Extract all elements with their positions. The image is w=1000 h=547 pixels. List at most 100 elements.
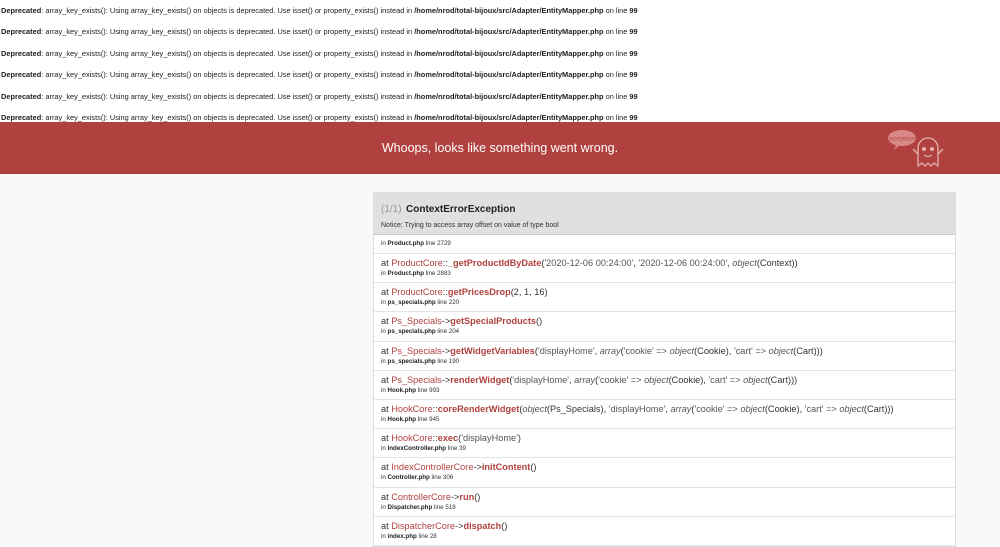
trace-argument: 'displayHome'	[461, 433, 518, 444]
trace-function: renderWidget	[450, 374, 510, 385]
trace-call-type: ->	[441, 316, 451, 327]
file-name: Hook.php	[387, 415, 417, 423]
trace-frame[interactable]: at ControllerCore->run() in Dispatcher.ph…	[374, 488, 955, 517]
close-paren: )	[504, 520, 508, 531]
trace-argument: object	[522, 403, 547, 414]
at-label: at	[381, 316, 392, 327]
trace-function: getPricesDrop	[447, 287, 511, 298]
exception-message: Notice: Trying to access array offset on…	[381, 222, 559, 229]
close-paren: )	[794, 258, 798, 268]
trace-call: at Ps_Specials->getWidgetVariables('disp…	[381, 346, 948, 356]
trace-argument: array	[670, 403, 692, 414]
trace-location: in ps_specials.php line 220	[381, 299, 948, 306]
close-paren: )	[539, 316, 543, 327]
trace-call: at DispatcherCore->dispatch()	[381, 521, 948, 531]
close-paren: )	[544, 287, 548, 298]
trace-argument: 'cart' =>	[804, 403, 840, 414]
at-label: at	[381, 491, 392, 502]
line-number: 2883	[437, 270, 451, 277]
trace-location: in IndexController.php line 39	[381, 445, 948, 452]
trace-argument: 'displayHome'	[537, 345, 595, 356]
trace-function: dispatch	[463, 520, 502, 531]
trace-argument: 'cookie' =>	[598, 374, 645, 385]
trace-call-type: ->	[441, 345, 451, 356]
line-label: line	[416, 386, 430, 394]
trace-call: at HookCore::coreRenderWidget(object(Ps_…	[381, 404, 948, 414]
close-paren: )	[794, 374, 798, 385]
line-label: line	[435, 357, 449, 365]
trace-class: ControllerCore	[391, 491, 451, 502]
close-paren: )	[477, 491, 481, 502]
close-paren: )	[533, 462, 537, 473]
deprecation-label: Deprecated	[1, 91, 42, 101]
file-name: Controller.php	[387, 474, 430, 482]
trace-call: at HookCore::exec('displayHome')	[381, 433, 948, 443]
deprecation-suffix: on line	[603, 70, 630, 80]
line-number: 220	[448, 299, 460, 307]
deprecation-line: Deprecated: array_key_exists(): Using ar…	[0, 64, 1000, 86]
trace-frame[interactable]: at ProductCore::_getProductIdByDate('202…	[374, 254, 955, 284]
at-label: at	[381, 287, 392, 298]
trace-call-type: ->	[441, 374, 451, 385]
deprecation-path: /home/nrod/total-bijoux/src/Adapter/Enti…	[414, 70, 604, 80]
exception-ghost-icon: Exception!	[888, 130, 944, 168]
trace-frame[interactable]: at Ps_Specials->getWidgetVariables('disp…	[374, 342, 955, 371]
exception-panel: (1/1) ContextErrorException Notice: Tryi…	[373, 192, 956, 547]
trace-argument: array	[599, 345, 621, 356]
trace-frame[interactable]: at Ps_Specials->renderWidget('displayHom…	[374, 371, 955, 400]
deprecation-path: /home/nrod/total-bijoux/src/Adapter/Enti…	[414, 112, 604, 122]
line-number: 190	[448, 357, 460, 365]
deprecation-label: Deprecated	[1, 70, 42, 80]
line-number: 2729	[437, 240, 451, 247]
trace-location: in ps_specials.php line 190	[381, 358, 948, 365]
at-label: at	[381, 433, 392, 444]
trace-argument: object	[669, 345, 695, 356]
trace-call: at ProductCore::_getProductIdByDate('202…	[381, 258, 948, 268]
trace-function: getSpecialProducts	[450, 316, 536, 327]
trace-frame[interactable]: at IndexControllerCore->initContent() in …	[374, 458, 955, 488]
at-label: at	[381, 403, 392, 414]
deprecation-text: : array_key_exists(): Using array_key_ex…	[41, 91, 415, 101]
trace-location: in ps_specials.php line 204	[381, 328, 948, 335]
trace-argument: object	[768, 345, 794, 356]
trace-class: HookCore	[391, 433, 433, 444]
trace-location: in Product.php line 2883	[381, 270, 948, 277]
trace-frame[interactable]: at Ps_Specials->getSpecialProducts() in p…	[374, 312, 955, 342]
line-label: line	[446, 445, 460, 453]
trace-call: at ProductCore::getPricesDrop(2, 1, 16)	[381, 287, 948, 297]
deprecation-text: : array_key_exists(): Using array_key_ex…	[41, 48, 415, 58]
trace-frame[interactable]: at ProductCore::getPricesDrop(2, 1, 16)i…	[374, 283, 955, 313]
deprecation-suffix: on line	[603, 91, 630, 101]
close-paren: )	[517, 433, 521, 444]
trace-frame[interactable]: at HookCore::coreRenderWidget(object(Ps_…	[374, 400, 955, 430]
deprecation-suffix: on line	[603, 112, 630, 122]
file-name: Dispatcher.php	[387, 503, 433, 511]
deprecation-line: Deprecated: array_key_exists(): Using ar…	[0, 85, 1000, 107]
trace-location: in Hook.php line 993	[381, 387, 948, 394]
trace-class: HookCore	[391, 403, 433, 414]
trace-argument: (Context)	[756, 258, 795, 268]
deprecation-notices: Deprecated: array_key_exists(): Using ar…	[0, 0, 1000, 129]
deprecation-path: /home/nrod/total-bijoux/src/Adapter/Enti…	[414, 27, 604, 37]
file-name: IndexController.php	[387, 445, 446, 453]
trace-frame[interactable]: at DispatcherCore->dispatch() in index.ph…	[374, 517, 955, 546]
deprecation-line-number: 99	[629, 48, 638, 58]
at-label: at	[381, 520, 392, 531]
trace-call: at ControllerCore->run()	[381, 492, 948, 502]
deprecation-label: Deprecated	[1, 27, 42, 37]
line-number: 204	[448, 328, 460, 336]
at-label: at	[381, 374, 392, 385]
trace-argument: 'cart' =>	[708, 374, 744, 385]
deprecation-text: : array_key_exists(): Using array_key_ex…	[41, 27, 415, 37]
deprecation-text: : array_key_exists(): Using array_key_ex…	[41, 112, 415, 122]
line-label: line	[432, 503, 446, 511]
trace-frame[interactable]: at HookCore::exec('displayHome')in Index…	[374, 429, 955, 459]
line-label: line	[423, 240, 438, 247]
deprecation-suffix: on line	[603, 6, 630, 15]
trace-function: initContent	[481, 462, 531, 473]
trace-class: ProductCore	[391, 287, 443, 298]
line-label: line	[423, 270, 438, 277]
line-number: 993	[429, 386, 440, 394]
trace-class: DispatcherCore	[391, 520, 456, 531]
exception-header: (1/1) ContextErrorException Notice: Tryi…	[374, 193, 955, 235]
